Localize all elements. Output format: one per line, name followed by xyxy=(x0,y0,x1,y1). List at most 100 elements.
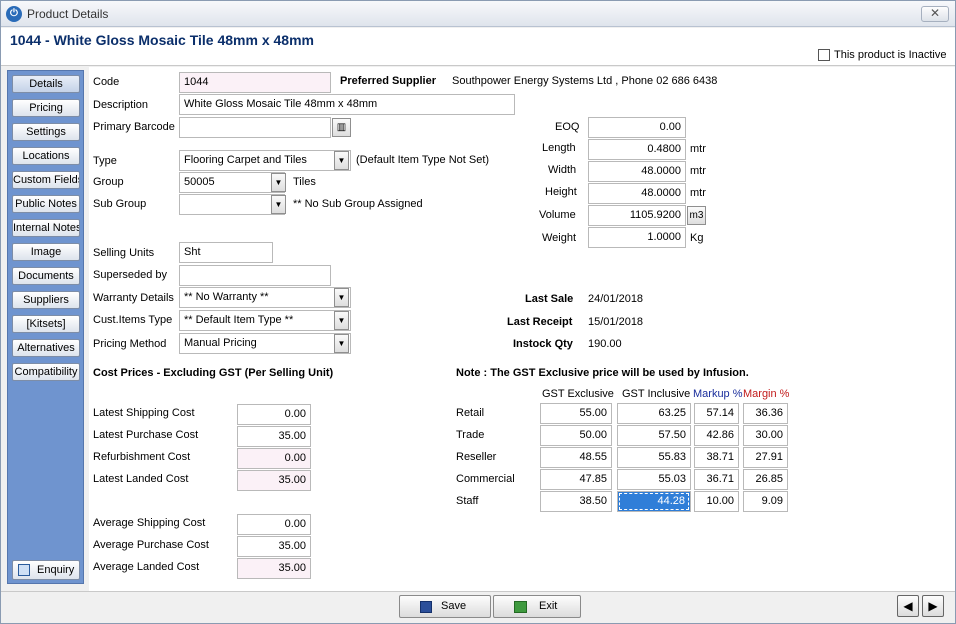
weight-field[interactable]: 1.0000 xyxy=(588,227,686,248)
staff-margin-field[interactable]: 9.09 xyxy=(743,491,788,512)
weight-label: Weight xyxy=(542,232,577,244)
height-field[interactable]: 48.0000 xyxy=(588,183,686,204)
avg-shipping-label: Average Shipping Cost xyxy=(93,517,206,529)
refurbishment-label: Refurbishment Cost xyxy=(93,451,191,463)
sidebar-item-locations[interactable]: Locations xyxy=(12,147,80,165)
superseded-label: Superseded by xyxy=(93,269,167,281)
latest-shipping-label: Latest Shipping Cost xyxy=(93,407,195,419)
sidebar: Details Pricing Settings Locations Custo… xyxy=(7,70,84,584)
commercial-incl-field[interactable]: 55.03 xyxy=(617,469,691,490)
cust-items-dropdown-icon[interactable]: ▼ xyxy=(334,311,349,330)
retail-excl-field[interactable]: 55.00 xyxy=(540,403,612,424)
latest-shipping-field[interactable]: 0.00 xyxy=(237,404,311,425)
length-field[interactable]: 0.4800 xyxy=(588,139,686,160)
reseller-markup-field[interactable]: 38.71 xyxy=(694,447,739,468)
product-header: 1044 - White Gloss Mosaic Tile 48mm x 48… xyxy=(1,28,955,66)
exit-button[interactable]: Exit xyxy=(493,595,581,618)
barcode-icon[interactable]: ▥ xyxy=(332,118,351,137)
avg-purchase-field[interactable]: 35.00 xyxy=(237,536,311,557)
width-label: Width xyxy=(548,164,577,176)
latest-landed-field[interactable]: 35.00 xyxy=(237,470,311,491)
reseller-excl-field[interactable]: 48.55 xyxy=(540,447,612,468)
details-panel: Code 1044 Description White Gloss Mosaic… xyxy=(89,67,955,591)
trade-excl-field[interactable]: 50.00 xyxy=(540,425,612,446)
subgroup-dropdown-icon[interactable]: ▼ xyxy=(271,195,286,214)
length-unit: mtr xyxy=(690,143,706,155)
next-record-button[interactable]: ▶ xyxy=(922,595,944,617)
trade-margin-field[interactable]: 30.00 xyxy=(743,425,788,446)
pricing-method-dropdown-icon[interactable]: ▼ xyxy=(334,334,349,353)
commercial-excl-field[interactable]: 47.85 xyxy=(540,469,612,490)
barcode-field[interactable] xyxy=(179,117,331,138)
staff-markup-field[interactable]: 10.00 xyxy=(694,491,739,512)
sidebar-item-settings[interactable]: Settings xyxy=(12,123,80,141)
staff-excl-field[interactable]: 38.50 xyxy=(540,491,612,512)
avg-shipping-field[interactable]: 0.00 xyxy=(237,514,311,535)
volume-unit-button[interactable]: m3 xyxy=(687,206,706,225)
price-row-name: Trade xyxy=(456,429,485,441)
refurbishment-field[interactable]: 0.00 xyxy=(237,448,311,469)
sidebar-item-pricing[interactable]: Pricing xyxy=(12,99,80,117)
trade-incl-field[interactable]: 57.50 xyxy=(617,425,691,446)
sidebar-item-custom-fields[interactable]: Custom Fields xyxy=(12,171,80,189)
sidebar-item-image[interactable]: Image xyxy=(12,243,80,261)
save-button[interactable]: Save xyxy=(399,595,491,618)
sidebar-item-suppliers[interactable]: Suppliers xyxy=(12,291,80,309)
close-button[interactable]: ✕ xyxy=(921,6,949,22)
selling-units-field[interactable]: Sht xyxy=(179,242,273,263)
type-dropdown-icon[interactable]: ▼ xyxy=(334,151,349,170)
sidebar-item-public-notes[interactable]: Public Notes xyxy=(12,195,80,213)
sidebar-item-compatibility[interactable]: Compatibility xyxy=(12,363,80,381)
width-field[interactable]: 48.0000 xyxy=(588,161,686,182)
barcode-label: Primary Barcode xyxy=(93,121,175,133)
inactive-checkbox[interactable] xyxy=(818,49,830,61)
page-title: 1044 - White Gloss Mosaic Tile 48mm x 48… xyxy=(10,32,314,48)
instock-value: 190.00 xyxy=(588,338,622,350)
group-dropdown-icon[interactable]: ▼ xyxy=(271,173,286,192)
retail-incl-field[interactable]: 63.25 xyxy=(617,403,691,424)
enquiry-label: Enquiry xyxy=(37,564,75,576)
gst-note: Note : The GST Exclusive price will be u… xyxy=(456,367,749,379)
height-unit: mtr xyxy=(690,187,706,199)
commercial-margin-field[interactable]: 26.85 xyxy=(743,469,788,490)
sidebar-item-kitsets[interactable]: [Kitsets] xyxy=(12,315,80,333)
volume-field[interactable]: 1105.9200 xyxy=(588,205,686,226)
warranty-dropdown-icon[interactable]: ▼ xyxy=(334,288,349,307)
exit-icon xyxy=(514,601,527,613)
enquiry-button[interactable]: Enquiry xyxy=(12,560,80,580)
trade-markup-field[interactable]: 42.86 xyxy=(694,425,739,446)
latest-purchase-label: Latest Purchase Cost xyxy=(93,429,199,441)
sidebar-item-details[interactable]: Details xyxy=(12,75,80,93)
avg-landed-field[interactable]: 35.00 xyxy=(237,558,311,579)
group-select[interactable]: 50005 xyxy=(179,172,285,193)
retail-margin-field[interactable]: 36.36 xyxy=(743,403,788,424)
avg-purchase-label: Average Purchase Cost xyxy=(93,539,209,551)
eoq-field[interactable]: 0.00 xyxy=(588,117,686,138)
reseller-incl-field[interactable]: 55.83 xyxy=(617,447,691,468)
warranty-select[interactable]: ** No Warranty ** xyxy=(179,287,351,308)
gst-exclusive-header: GST Exclusive xyxy=(542,388,614,400)
staff-incl-field[interactable]: 44.28 xyxy=(617,491,691,512)
previous-record-button[interactable]: ◀ xyxy=(897,595,919,617)
type-select[interactable]: Flooring Carpet and Tiles xyxy=(179,150,351,171)
retail-markup-field[interactable]: 57.14 xyxy=(694,403,739,424)
pricing-method-select[interactable]: Manual Pricing xyxy=(179,333,351,354)
app-icon: ⏻ xyxy=(6,6,22,22)
subgroup-select[interactable] xyxy=(179,194,285,215)
reseller-margin-field[interactable]: 27.91 xyxy=(743,447,788,468)
latest-purchase-field[interactable]: 35.00 xyxy=(237,426,311,447)
cust-items-label: Cust.Items Type xyxy=(93,314,173,326)
superseded-field[interactable] xyxy=(179,265,331,286)
code-field[interactable]: 1044 xyxy=(179,72,331,93)
description-field[interactable]: White Gloss Mosaic Tile 48mm x 48mm xyxy=(179,94,515,115)
commercial-markup-field[interactable]: 36.71 xyxy=(694,469,739,490)
sidebar-item-internal-notes[interactable]: Internal Notes xyxy=(12,219,80,237)
selling-units-label: Selling Units xyxy=(93,247,155,259)
preferred-supplier-label: Preferred Supplier xyxy=(340,75,436,87)
avg-landed-label: Average Landed Cost xyxy=(93,561,200,573)
cust-items-select[interactable]: ** Default Item Type ** xyxy=(179,310,351,331)
eoq-label: EOQ xyxy=(555,121,580,133)
last-receipt-label: Last Receipt xyxy=(507,316,573,328)
sidebar-item-alternatives[interactable]: Alternatives xyxy=(12,339,80,357)
sidebar-item-documents[interactable]: Documents xyxy=(12,267,80,285)
